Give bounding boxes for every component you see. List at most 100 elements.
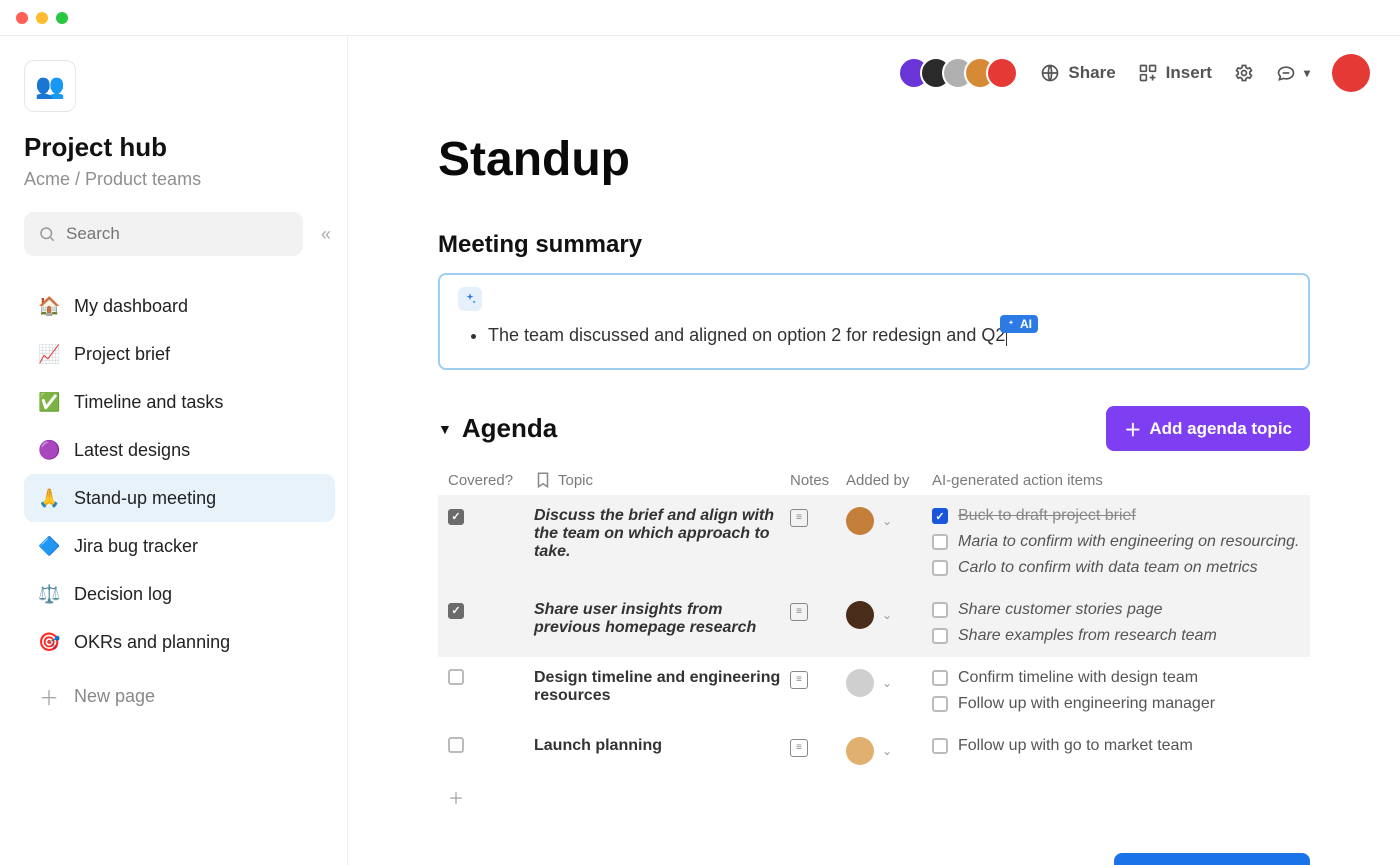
- summary-list: The team discussed and aligned on option…: [488, 325, 1290, 346]
- ai-chip-label: AI: [1020, 317, 1032, 331]
- action-item[interactable]: Share customer stories page: [932, 601, 1300, 619]
- add-status-update-button[interactable]: ＋ Add your update: [1114, 853, 1310, 865]
- agenda-table: Covered? Topic Notes Added by AI-generat…: [438, 465, 1310, 817]
- sidebar: 👥 Project hub Acme / Product teams « 🏠 My…: [0, 36, 348, 865]
- search-input[interactable]: [66, 224, 289, 244]
- settings-button[interactable]: [1234, 63, 1254, 83]
- plus-icon: ＋: [38, 682, 60, 711]
- profile-avatar[interactable]: [1332, 54, 1370, 92]
- sidebar-item-label: Latest designs: [74, 440, 190, 461]
- collaborator-avatar[interactable]: [986, 57, 1018, 89]
- sidebar-item-jira-bug-tracker[interactable]: 🔷Jira bug tracker: [24, 522, 335, 570]
- sidebar-item-my-dashboard[interactable]: 🏠 My dashboard: [24, 282, 335, 330]
- chevron-down-icon[interactable]: ⌄: [882, 744, 892, 758]
- author-avatar[interactable]: [846, 669, 874, 697]
- disclosure-triangle-icon[interactable]: ▼: [438, 421, 452, 437]
- insert-button[interactable]: Insert: [1138, 63, 1212, 83]
- sidebar-item-stand-up-meeting[interactable]: 🙏 Stand-up meeting: [24, 474, 335, 522]
- action-checkbox[interactable]: [932, 534, 948, 550]
- sidebar-item-timeline-and-tasks[interactable]: ✅Timeline and tasks: [24, 378, 335, 426]
- sidebar-item-okrs-and-planning[interactable]: 🎯OKRs and planning: [24, 618, 335, 666]
- chevron-down-icon: ▾: [1304, 66, 1310, 80]
- action-text: Follow up with go to market team: [958, 737, 1193, 755]
- agenda-topic[interactable]: Discuss the brief and align with the tea…: [534, 507, 784, 561]
- page-title[interactable]: Standup: [438, 132, 1310, 187]
- comments-button[interactable]: ▾: [1276, 63, 1310, 83]
- action-item[interactable]: Buck to draft project brief: [932, 507, 1300, 525]
- notes-icon[interactable]: ≡: [790, 509, 808, 527]
- notes-icon[interactable]: ≡: [790, 603, 808, 621]
- agenda-topic[interactable]: Share user insights from previous homepa…: [534, 601, 784, 637]
- sidebar-item-label: Stand-up meeting: [74, 488, 216, 509]
- col-covered[interactable]: Covered?: [448, 471, 528, 489]
- action-item[interactable]: Follow up with engineering manager: [932, 695, 1300, 713]
- add-agenda-label: Add agenda topic: [1149, 419, 1292, 439]
- agenda-row: Design timeline and engineering resource…: [438, 657, 1310, 725]
- action-checkbox[interactable]: [932, 602, 948, 618]
- covered-checkbox[interactable]: [448, 509, 464, 525]
- action-checkbox[interactable]: [932, 738, 948, 754]
- summary-item[interactable]: The team discussed and aligned on option…: [488, 325, 1290, 346]
- notes-icon[interactable]: ≡: [790, 739, 808, 757]
- page-emoji-icon: 🟣: [38, 440, 60, 461]
- sidebar-item-decision-log[interactable]: ⚖️Decision log: [24, 570, 335, 618]
- action-checkbox[interactable]: [932, 508, 948, 524]
- agenda-topic[interactable]: Design timeline and engineering resource…: [534, 669, 784, 705]
- col-notes[interactable]: Notes: [790, 471, 840, 489]
- add-row-button[interactable]: ＋: [438, 777, 1310, 817]
- breadcrumb[interactable]: Acme / Product teams: [24, 169, 335, 190]
- action-item[interactable]: Confirm timeline with design team: [932, 669, 1300, 687]
- maximize-window-button[interactable]: [56, 12, 68, 24]
- action-text: Share examples from research team: [958, 627, 1217, 645]
- agenda-topic[interactable]: Launch planning: [534, 737, 784, 755]
- covered-checkbox[interactable]: [448, 603, 464, 619]
- page-emoji-icon: 🙏: [38, 488, 60, 509]
- share-button[interactable]: Share: [1040, 63, 1115, 83]
- topbar: Share Insert ▾: [348, 36, 1400, 92]
- covered-checkbox[interactable]: [448, 669, 464, 685]
- action-checkbox[interactable]: [932, 696, 948, 712]
- sidebar-item-project-brief[interactable]: 📈Project brief: [24, 330, 335, 378]
- chevron-down-icon[interactable]: ⌄: [882, 514, 892, 528]
- status-heading: Status updates: [438, 860, 624, 865]
- action-item[interactable]: Carlo to confirm with data team on metri…: [932, 559, 1300, 577]
- action-checkbox[interactable]: [932, 628, 948, 644]
- action-text: Follow up with engineering manager: [958, 695, 1215, 713]
- ai-chip[interactable]: AI: [1000, 315, 1038, 333]
- author-avatar[interactable]: [846, 507, 874, 535]
- notes-icon[interactable]: ≡: [790, 671, 808, 689]
- new-page-button[interactable]: ＋ New page: [24, 672, 335, 720]
- minimize-window-button[interactable]: [36, 12, 48, 24]
- col-added-by[interactable]: Added by: [846, 471, 926, 489]
- sidebar-item-label: Jira bug tracker: [74, 536, 198, 557]
- agenda-header: ▼ Agenda ＋ Add agenda topic: [438, 406, 1310, 451]
- search-icon: [38, 225, 56, 243]
- action-item[interactable]: Maria to confirm with engineering on res…: [932, 533, 1300, 551]
- action-text: Share customer stories page: [958, 601, 1163, 619]
- collaborator-avatars[interactable]: [898, 57, 1018, 89]
- workspace-icon[interactable]: 👥: [24, 60, 76, 112]
- collapse-sidebar-button[interactable]: «: [317, 220, 335, 249]
- chevron-down-icon[interactable]: ⌄: [882, 608, 892, 622]
- chevron-down-icon[interactable]: ⌄: [882, 676, 892, 690]
- col-topic[interactable]: Topic: [534, 471, 784, 489]
- action-checkbox[interactable]: [932, 670, 948, 686]
- search-input-wrap[interactable]: [24, 212, 303, 256]
- sidebar-item-label: Project brief: [74, 344, 170, 365]
- col-actions[interactable]: AI-generated action items: [932, 471, 1300, 489]
- author-avatar[interactable]: [846, 737, 874, 765]
- sidebar-item-latest-designs[interactable]: 🟣 Latest designs: [24, 426, 335, 474]
- covered-checkbox[interactable]: [448, 737, 464, 753]
- page-emoji-icon: 🏠: [38, 296, 60, 317]
- close-window-button[interactable]: [16, 12, 28, 24]
- action-item[interactable]: Share examples from research team: [932, 627, 1300, 645]
- sidebar-nav: 🏠 My dashboard 📈Project brief✅Timeline and…: [24, 282, 335, 666]
- ai-summary-box[interactable]: The team discussed and aligned on option…: [438, 273, 1310, 370]
- action-text: Buck to draft project brief: [958, 507, 1136, 525]
- sidebar-item-label: My dashboard: [74, 296, 188, 317]
- action-checkbox[interactable]: [932, 560, 948, 576]
- action-item[interactable]: Follow up with go to market team: [932, 737, 1300, 755]
- workspace-title: Project hub: [24, 132, 335, 163]
- author-avatar[interactable]: [846, 601, 874, 629]
- add-agenda-topic-button[interactable]: ＋ Add agenda topic: [1106, 406, 1310, 451]
